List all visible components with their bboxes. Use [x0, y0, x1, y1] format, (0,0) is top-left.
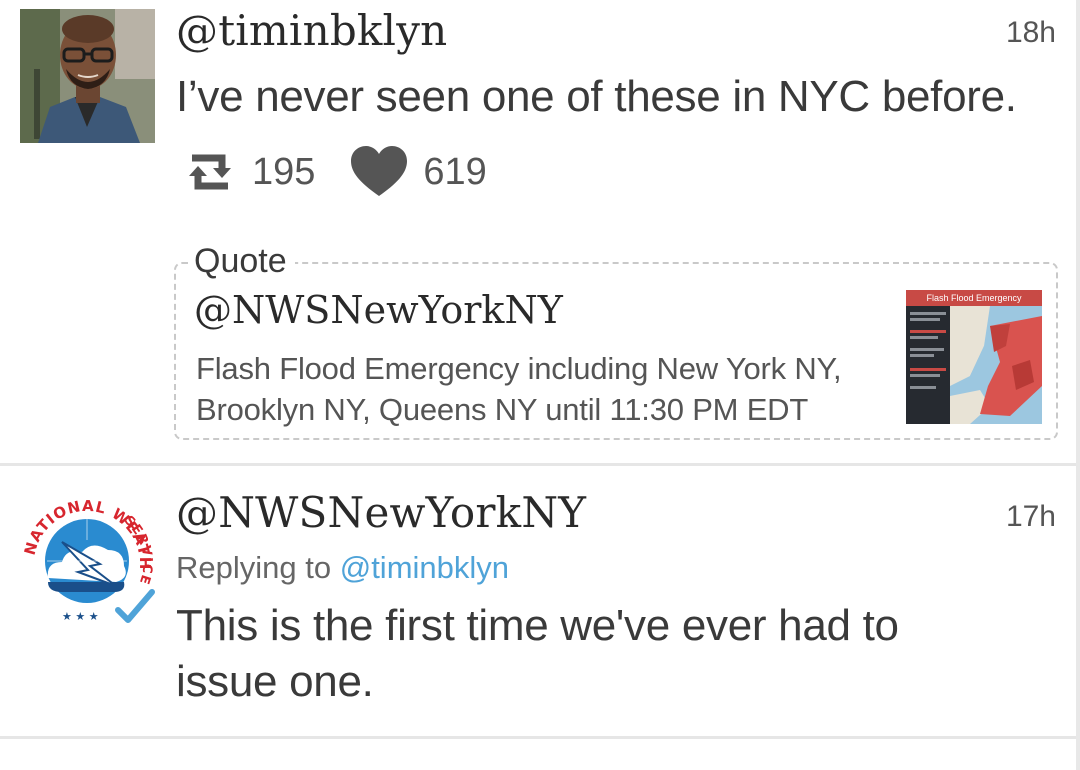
tweet-stats: 195 619: [182, 142, 487, 202]
replying-to-label: Replying to: [176, 550, 340, 585]
quoted-tweet-text-line: Flash Flood Emergency including New York…: [196, 351, 842, 386]
tweet-nwsnewyorkny[interactable]: NATIONAL WEATHER SERVICE ★ ★ ★ @NWSNewYo…: [0, 466, 1076, 736]
tweet-timestamp: 18h: [1005, 16, 1056, 49]
tweet-author-handle[interactable]: @timinbklyn: [176, 6, 447, 55]
tweet-divider: [0, 736, 1076, 739]
quoted-tweet[interactable]: Quote @NWSNewYorkNY Flash Flood Emergenc…: [174, 242, 1058, 440]
quoted-tweet-text: Flash Flood Emergency including New York…: [196, 348, 842, 430]
svg-text:★ ★ ★: ★ ★ ★: [62, 610, 99, 623]
quoted-tweet-image[interactable]: Flash Flood Emergency: [906, 290, 1042, 424]
flood-map: [950, 306, 1042, 424]
avatar-photo-illustration: [20, 9, 155, 143]
thumbnail-title: Flash Flood Emergency: [906, 290, 1042, 306]
scroll-edge: [1076, 0, 1080, 770]
quoted-tweet-handle[interactable]: @NWSNewYorkNY: [194, 288, 563, 332]
quote-label: Quote: [190, 242, 295, 281]
retweet-icon[interactable]: [182, 144, 238, 200]
tweet-text: This is the first time we've ever had to…: [176, 598, 899, 710]
tweet-text-line: issue one.: [176, 657, 374, 706]
replying-to-link[interactable]: @timinbklyn: [340, 550, 509, 585]
tweet-text-line: This is the first time we've ever had to: [176, 601, 899, 650]
heart-icon[interactable]: [349, 144, 409, 200]
tweet-author-handle[interactable]: @NWSNewYorkNY: [176, 488, 586, 537]
replying-to: Replying to @timinbklyn: [176, 550, 509, 586]
avatar[interactable]: [20, 9, 155, 143]
tweet-text: I’ve never seen one of these in NYC befo…: [176, 72, 1017, 121]
tweet-timinbklyn[interactable]: @timinbklyn 18h I’ve never seen one of t…: [0, 0, 1076, 463]
national-weather-service-logo[interactable]: NATIONAL WEATHER SERVICE ★ ★ ★: [12, 478, 156, 630]
thumbnail-sidebar: [906, 306, 950, 424]
retweet-count: 195: [252, 150, 316, 193]
like-count: 619: [423, 150, 487, 193]
quoted-tweet-text-line: Brooklyn NY, Queens NY until 11:30 PM ED…: [196, 392, 809, 427]
tweet-timestamp: 17h: [1005, 500, 1056, 533]
